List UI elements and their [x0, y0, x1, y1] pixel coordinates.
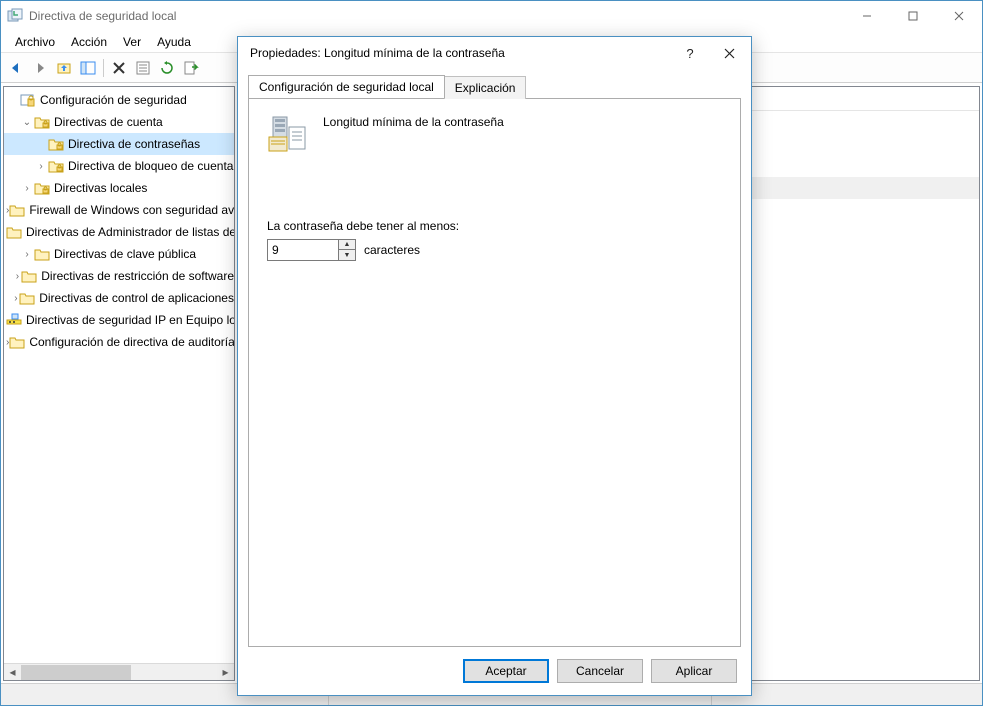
folder-icon — [9, 334, 25, 350]
tree-item-label: Firewall de Windows con seguridad avanza… — [29, 203, 235, 217]
refresh-button[interactable] — [156, 57, 178, 79]
spin-suffix: caracteres — [364, 243, 420, 257]
policy-name: Longitud mínima de la contraseña — [323, 113, 504, 129]
window-controls — [844, 1, 982, 31]
delete-button[interactable] — [108, 57, 130, 79]
tab-config-seguridad-local[interactable]: Configuración de seguridad local — [248, 75, 445, 98]
policy-header: Longitud mínima de la contraseña — [267, 113, 722, 155]
tree-item-label: Directivas de restricción de software — [41, 269, 234, 283]
cancel-button[interactable]: Cancelar — [557, 659, 643, 683]
field-label: La contraseña debe tener al menos: — [267, 219, 722, 233]
scroll-thumb[interactable] — [21, 665, 131, 680]
expand-icon[interactable]: › — [14, 271, 22, 282]
spinner-buttons: ▲ ▼ — [338, 240, 355, 260]
ok-button[interactable]: Aceptar — [463, 659, 549, 683]
tab-explicacion[interactable]: Explicación — [444, 76, 527, 99]
tree-root-label: Configuración de seguridad — [40, 93, 187, 107]
dialog-title: Propiedades: Longitud mínima de la contr… — [250, 46, 673, 60]
properties-button[interactable] — [132, 57, 154, 79]
help-button[interactable]: ? — [673, 37, 707, 69]
field-block: La contraseña debe tener al menos: ▲ ▼ c… — [267, 219, 722, 261]
menu-ayuda[interactable]: Ayuda — [149, 33, 199, 51]
toolbar-separator — [103, 59, 104, 77]
policy-icon — [267, 113, 309, 155]
network-policy-icon — [6, 312, 22, 328]
folder-icon — [19, 290, 35, 306]
tab-page: Longitud mínima de la contraseña La cont… — [248, 98, 741, 647]
tree-item-directiva-bloqueo[interactable]: › Directiva de bloqueo de cuenta — [4, 155, 234, 177]
collapse-icon[interactable]: ⌄ — [20, 117, 34, 128]
apply-button[interactable]: Aplicar — [651, 659, 737, 683]
tree-item-firewall[interactable]: › Firewall de Windows con seguridad avan… — [4, 199, 234, 221]
scroll-right-button[interactable]: ▸ — [217, 664, 234, 681]
tree-item-admin-listas[interactable]: Directivas de Administrador de listas de… — [4, 221, 234, 243]
security-root-icon — [20, 92, 36, 108]
tree-item-directiva-contrasenas[interactable]: Directiva de contraseñas — [4, 133, 234, 155]
up-button[interactable] — [53, 57, 75, 79]
min-length-spinner: ▲ ▼ — [267, 239, 356, 261]
expand-icon[interactable]: › — [13, 293, 20, 304]
show-hide-tree-button[interactable] — [77, 57, 99, 79]
menu-ver[interactable]: Ver — [115, 33, 149, 51]
folder-lock-icon — [34, 180, 50, 196]
tree-item-label: Directivas de control de aplicaciones — [39, 291, 234, 305]
back-button[interactable] — [5, 57, 27, 79]
properties-dialog: Propiedades: Longitud mínima de la contr… — [237, 36, 752, 696]
export-button[interactable] — [180, 57, 202, 79]
tree-item-control-aplicaciones[interactable]: › Directivas de control de aplicaciones — [4, 287, 234, 309]
maximize-button[interactable] — [890, 1, 936, 31]
tree-item-directivas-cuenta[interactable]: ⌄ Directivas de cuenta — [4, 111, 234, 133]
folder-lock-icon — [48, 136, 64, 152]
tree: Configuración de seguridad ⌄ Directivas … — [4, 87, 234, 355]
tree-item-clave-publica[interactable]: › Directivas de clave pública — [4, 243, 234, 265]
tree-item-label: Directivas locales — [54, 181, 147, 195]
tree-item-auditoria-avanzada[interactable]: › Configuración de directiva de auditorí… — [4, 331, 234, 353]
dialog-footer: Aceptar Cancelar Aplicar — [238, 647, 751, 695]
min-length-input[interactable] — [268, 240, 338, 260]
dialog-body: Configuración de seguridad local Explica… — [238, 69, 751, 647]
menu-archivo[interactable]: Archivo — [7, 33, 63, 51]
folder-icon — [21, 268, 37, 284]
folder-icon — [6, 224, 22, 240]
folder-lock-icon — [34, 114, 50, 130]
tree-item-restriccion-software[interactable]: › Directivas de restricción de software — [4, 265, 234, 287]
status-cell — [712, 684, 982, 705]
app-icon — [7, 8, 23, 24]
close-button[interactable] — [936, 1, 982, 31]
tree-item-label: Directivas de seguridad IP en Equipo loc… — [26, 313, 235, 327]
tree-item-label: Directivas de cuenta — [54, 115, 163, 129]
tree-item-label: Directiva de contraseñas — [68, 137, 200, 151]
folder-icon — [34, 246, 50, 262]
tree-item-label: Directivas de Administrador de listas de… — [26, 225, 235, 239]
tree-item-directivas-locales[interactable]: › Directivas locales — [4, 177, 234, 199]
forward-button[interactable] — [29, 57, 51, 79]
tree-item-label: Configuración de directiva de auditoría … — [29, 335, 235, 349]
spin-down-button[interactable]: ▼ — [339, 250, 355, 260]
tree-root[interactable]: Configuración de seguridad — [4, 89, 234, 111]
window-title: Directiva de seguridad local — [29, 9, 844, 23]
folder-icon — [9, 202, 25, 218]
titlebar: Directiva de seguridad local — [1, 1, 982, 31]
spin-row: ▲ ▼ caracteres — [267, 239, 722, 261]
expand-icon[interactable]: › — [34, 161, 48, 172]
scroll-left-button[interactable]: ◂ — [4, 664, 21, 681]
spin-up-button[interactable]: ▲ — [339, 240, 355, 250]
minimize-button[interactable] — [844, 1, 890, 31]
dialog-close-button[interactable] — [707, 37, 751, 69]
tree-item-label: Directivas de clave pública — [54, 247, 196, 261]
tab-label: Explicación — [455, 81, 516, 95]
folder-lock-icon — [48, 158, 64, 174]
dialog-titlebar: Propiedades: Longitud mínima de la contr… — [238, 37, 751, 69]
expand-icon[interactable]: › — [20, 249, 34, 260]
tabstrip: Configuración de seguridad local Explica… — [248, 75, 741, 98]
horizontal-scrollbar[interactable]: ◂ ▸ — [4, 663, 234, 680]
tree-item-seguridad-ip[interactable]: Directivas de seguridad IP en Equipo loc… — [4, 309, 234, 331]
menu-accion[interactable]: Acción — [63, 33, 115, 51]
tree-item-label: Directiva de bloqueo de cuenta — [68, 159, 233, 173]
tab-label: Configuración de seguridad local — [259, 80, 434, 94]
expand-icon[interactable]: › — [20, 183, 34, 194]
tree-pane[interactable]: Configuración de seguridad ⌄ Directivas … — [3, 86, 235, 681]
